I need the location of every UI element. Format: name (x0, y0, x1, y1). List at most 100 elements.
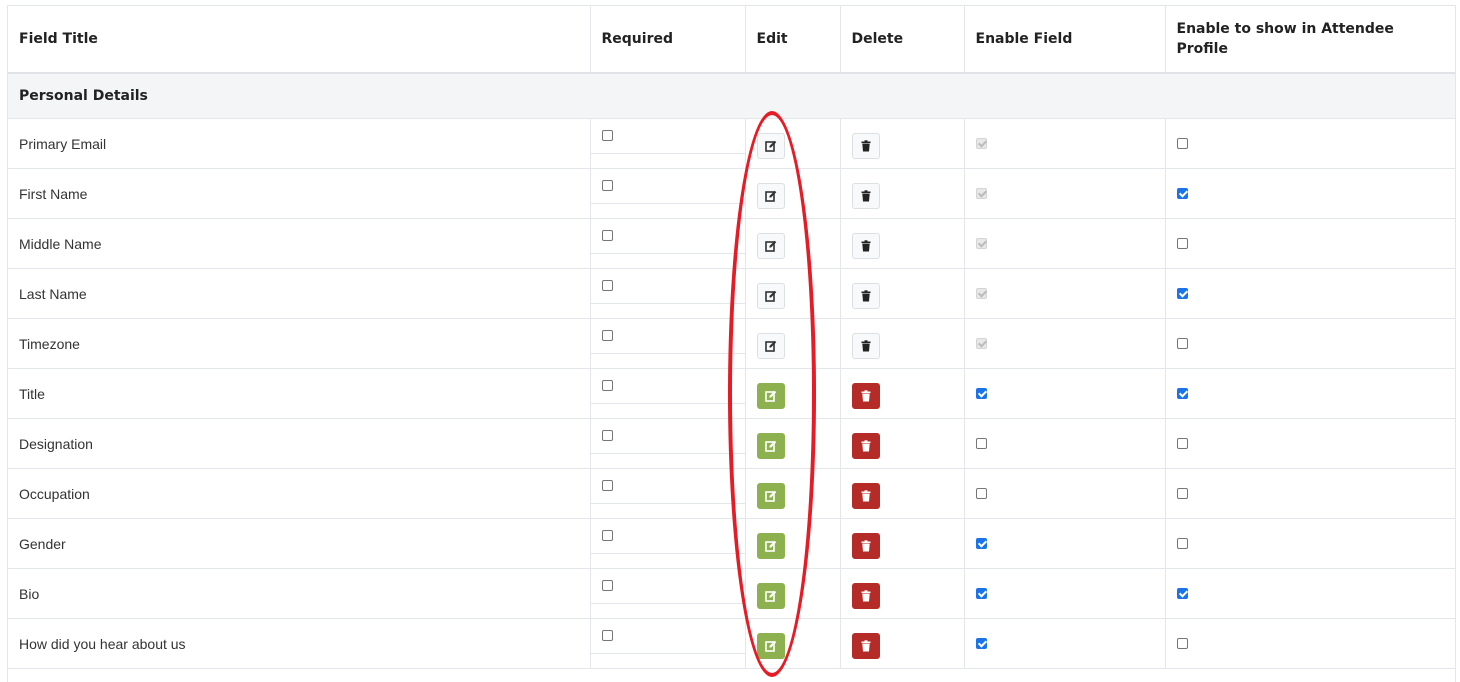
delete-button[interactable] (851, 283, 880, 309)
delete-button[interactable] (851, 633, 880, 659)
enable-field-checkbox[interactable] (975, 587, 987, 599)
enable-field-cell (963, 168, 1165, 219)
show-in-profile-checkbox[interactable] (1176, 137, 1188, 149)
required-checkbox[interactable] (601, 230, 613, 241)
show-in-profile-checkbox[interactable] (1176, 437, 1188, 449)
required-checkbox[interactable] (601, 480, 613, 491)
show-in-profile-checkbox[interactable] (1176, 237, 1188, 249)
edit-button[interactable] (756, 483, 785, 509)
enable-field-checkbox[interactable] (975, 487, 987, 499)
show-in-profile-checkbox[interactable] (1176, 587, 1188, 599)
enable-field-checkbox[interactable] (975, 537, 987, 549)
edit-button[interactable] (756, 433, 785, 459)
edit-cell (744, 418, 840, 469)
show-in-profile-checkbox[interactable] (1176, 337, 1188, 349)
required-checkbox[interactable] (601, 580, 613, 591)
required-checkbox[interactable] (601, 530, 613, 541)
enable-field-cell (963, 468, 1165, 519)
edit-button[interactable] (756, 333, 785, 359)
edit-button[interactable] (756, 583, 785, 609)
required-checkbox[interactable] (601, 130, 613, 141)
show-in-profile-cell (1164, 318, 1455, 369)
delete-button[interactable] (851, 233, 880, 259)
enable-field-checkbox (975, 237, 987, 249)
show-in-profile-checkbox[interactable] (1176, 637, 1188, 649)
header-required: Required (589, 6, 745, 74)
required-cell (589, 218, 746, 269)
enable-field-checkbox (975, 337, 987, 349)
delete-cell (839, 218, 964, 269)
required-cell (589, 618, 746, 669)
edit-button[interactable] (756, 183, 785, 209)
delete-button[interactable] (851, 483, 880, 509)
edit-cell (744, 318, 840, 369)
header-delete: Delete (839, 6, 964, 74)
delete-button[interactable] (851, 433, 880, 459)
custom-fields-table-container: Field Title Required Edit Delete Enable … (7, 5, 1456, 682)
edit-button[interactable] (756, 383, 785, 409)
required-box (590, 519, 746, 554)
show-in-profile-checkbox[interactable] (1176, 487, 1188, 499)
table-row: First Name (8, 168, 1455, 219)
enable-field-cell (963, 568, 1165, 619)
show-in-profile-checkbox[interactable] (1176, 387, 1188, 399)
table-row: Timezone (8, 318, 1455, 369)
delete-button[interactable] (851, 333, 880, 359)
required-checkbox[interactable] (601, 630, 613, 641)
edit-button[interactable] (756, 283, 785, 309)
required-checkbox[interactable] (601, 280, 613, 291)
required-checkbox[interactable] (601, 430, 613, 441)
custom-fields-table: Field Title Required Edit Delete Enable … (8, 6, 1455, 669)
show-in-profile-cell (1164, 618, 1455, 669)
delete-cell (839, 118, 964, 169)
required-cell (589, 418, 746, 469)
show-in-profile-cell (1164, 568, 1455, 619)
table-row: Last Name (8, 268, 1455, 319)
show-in-profile-cell (1164, 518, 1455, 569)
edit-button[interactable] (756, 133, 785, 159)
header-field-title: Field Title (8, 6, 590, 74)
show-in-profile-checkbox[interactable] (1176, 287, 1188, 299)
table-row: How did you hear about us (8, 618, 1455, 669)
enable-field-cell (963, 618, 1165, 669)
delete-button[interactable] (851, 533, 880, 559)
delete-button[interactable] (851, 133, 880, 159)
table-row: Primary Email (8, 118, 1455, 169)
show-in-profile-checkbox[interactable] (1176, 537, 1188, 549)
field-title: Middle Name (8, 218, 590, 269)
required-checkbox[interactable] (601, 330, 613, 341)
edit-button[interactable] (756, 633, 785, 659)
required-cell (589, 168, 746, 219)
enable-field-checkbox[interactable] (975, 387, 987, 399)
show-in-profile-cell (1164, 118, 1455, 169)
enable-field-cell (963, 218, 1165, 269)
edit-cell (744, 218, 840, 269)
enable-field-checkbox[interactable] (975, 437, 987, 449)
delete-button[interactable] (851, 583, 880, 609)
header-enable-profile: Enable to show in Attendee Profile (1164, 6, 1455, 74)
required-checkbox[interactable] (601, 380, 613, 391)
edit-cell (744, 118, 840, 169)
field-title: Primary Email (8, 118, 590, 169)
show-in-profile-checkbox[interactable] (1176, 187, 1188, 199)
delete-cell (839, 468, 964, 519)
delete-cell (839, 268, 964, 319)
required-checkbox[interactable] (601, 180, 613, 191)
edit-button[interactable] (756, 533, 785, 559)
delete-button[interactable] (851, 383, 880, 409)
required-box (590, 369, 746, 404)
edit-cell (744, 468, 840, 519)
field-title: Timezone (8, 318, 590, 369)
edit-button[interactable] (756, 233, 785, 259)
delete-button[interactable] (851, 183, 880, 209)
required-cell (589, 568, 746, 619)
edit-cell (744, 568, 840, 619)
edit-cell (744, 618, 840, 669)
enable-field-cell (963, 318, 1165, 369)
show-in-profile-cell (1164, 368, 1455, 419)
show-in-profile-cell (1164, 468, 1455, 519)
enable-field-checkbox (975, 137, 987, 149)
required-cell (589, 518, 746, 569)
field-title: Occupation (8, 468, 590, 519)
enable-field-checkbox[interactable] (975, 637, 987, 649)
